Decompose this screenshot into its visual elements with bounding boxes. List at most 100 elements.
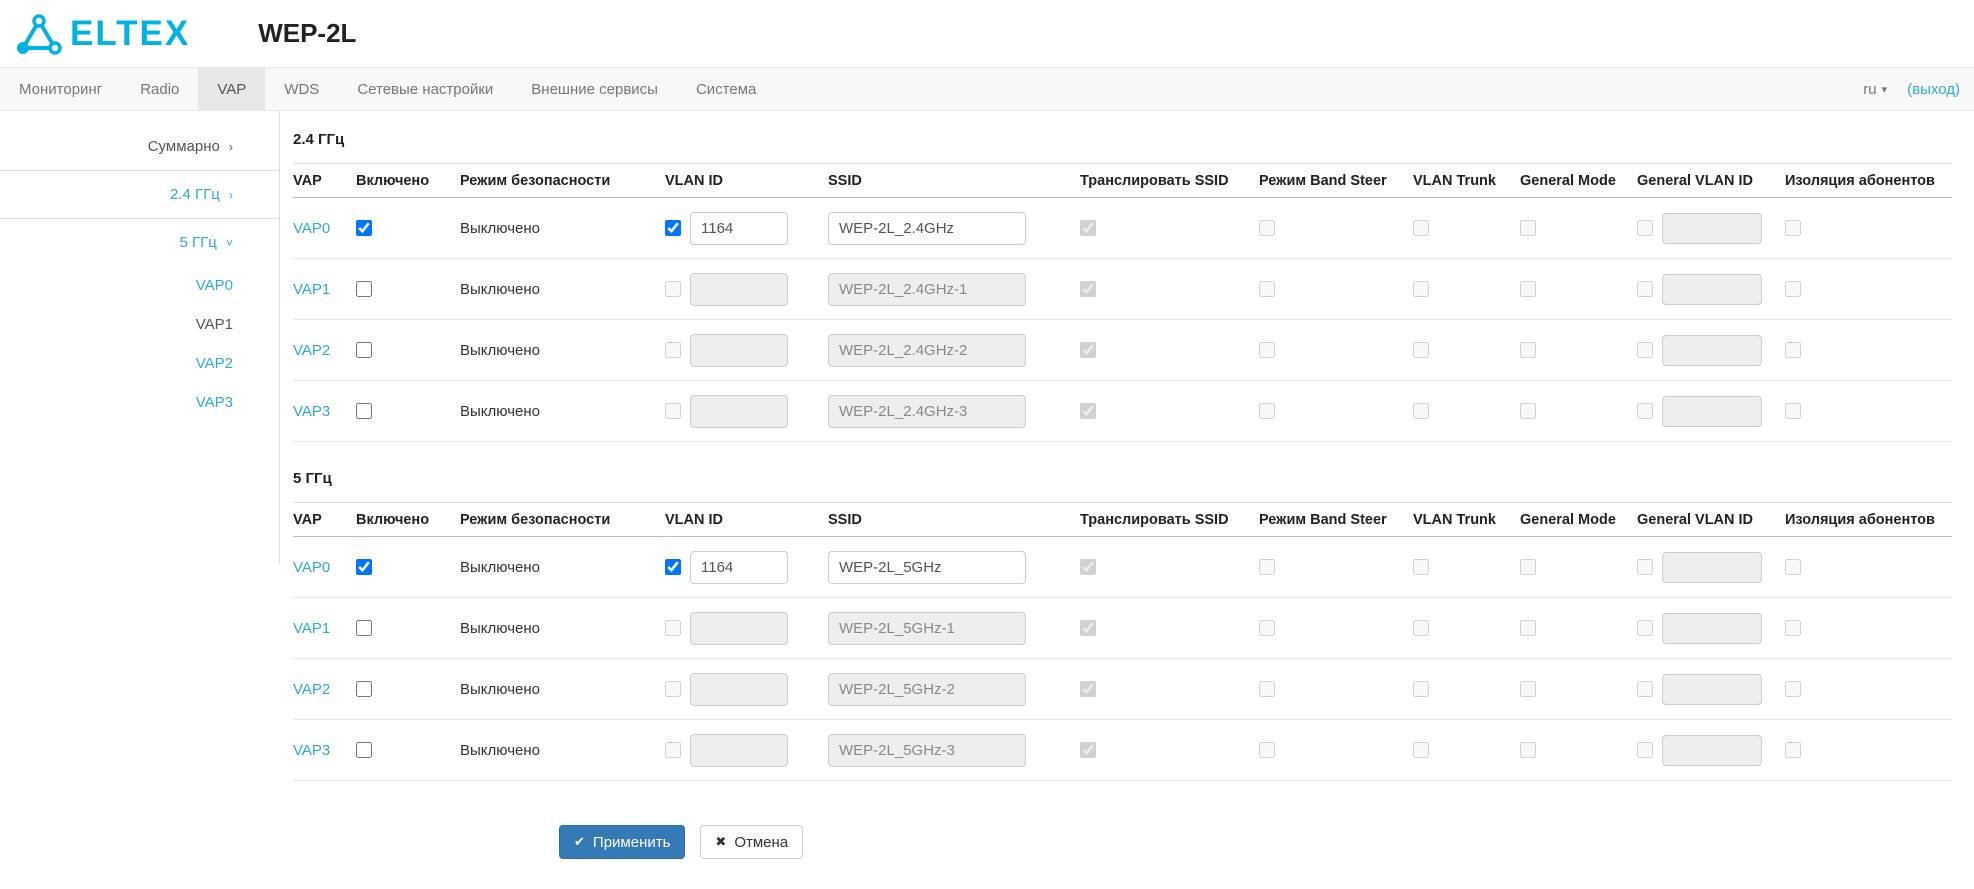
column-header: VLAN ID bbox=[665, 512, 828, 528]
enabled-checkbox[interactable] bbox=[356, 742, 372, 758]
client-isolation-checkbox bbox=[1785, 342, 1801, 358]
language-label: ru bbox=[1863, 81, 1876, 98]
caret-down-icon: ▾ bbox=[1882, 83, 1888, 96]
broadcast-ssid-checkbox bbox=[1080, 681, 1096, 697]
column-header: VLAN Trunk bbox=[1413, 512, 1520, 528]
vlan-id-input bbox=[690, 395, 788, 428]
enabled-checkbox[interactable] bbox=[356, 281, 372, 297]
chevron-down-icon: ˅ bbox=[226, 236, 233, 250]
sidebar-item-vap0[interactable]: VAP0 bbox=[0, 266, 279, 305]
ssid-input[interactable] bbox=[828, 212, 1026, 245]
enabled-checkbox[interactable] bbox=[356, 620, 372, 636]
general-vlan-checkbox bbox=[1637, 559, 1653, 575]
vap-link[interactable]: VAP1 bbox=[293, 620, 330, 637]
vlan-id-checkbox bbox=[665, 342, 681, 358]
vlan-trunk-checkbox bbox=[1413, 559, 1429, 575]
column-header: Включено bbox=[356, 173, 460, 189]
general-mode-checkbox bbox=[1520, 620, 1536, 636]
sidebar: Суммарно › 2.4 ГГц › 5 ГГц ˅ VAP0 VAP1 V… bbox=[0, 111, 280, 563]
tab-external-services[interactable]: Внешние сервисы bbox=[512, 68, 677, 110]
vap-link[interactable]: VAP0 bbox=[293, 559, 330, 576]
column-header: Изоляция абонентов bbox=[1785, 512, 1952, 528]
vap-row: VAP2 Выключено bbox=[293, 320, 1952, 381]
sidebar-item-band-5[interactable]: 5 ГГц ˅ bbox=[0, 219, 279, 266]
general-mode-checkbox bbox=[1520, 220, 1536, 236]
broadcast-ssid-checkbox bbox=[1080, 403, 1096, 419]
main-content: 2.4 ГГц VAP Включено Режим безопасности … bbox=[280, 111, 1974, 889]
vlan-id-checkbox bbox=[665, 403, 681, 419]
vlan-id-checkbox bbox=[665, 742, 681, 758]
content-layout: Суммарно › 2.4 ГГц › 5 ГГц ˅ VAP0 VAP1 V… bbox=[0, 111, 1974, 889]
ssid-input bbox=[828, 734, 1026, 767]
column-header: SSID bbox=[828, 512, 1080, 528]
vap-link[interactable]: VAP1 bbox=[293, 281, 330, 298]
cancel-button[interactable]: ✖ Отмена bbox=[700, 825, 803, 859]
sidebar-item-vap1[interactable]: VAP1 bbox=[0, 305, 279, 344]
main-nav: Мониторинг Radio VAP WDS Сетевые настрой… bbox=[0, 67, 1974, 111]
enabled-checkbox[interactable] bbox=[356, 681, 372, 697]
column-header: VAP bbox=[293, 173, 356, 189]
vap-row: VAP0 Выключено bbox=[293, 537, 1952, 598]
band-steer-checkbox bbox=[1259, 620, 1275, 636]
logout-link[interactable]: (выход) bbox=[1907, 81, 1960, 98]
column-header: Включено bbox=[356, 512, 460, 528]
vlan-id-checkbox bbox=[665, 281, 681, 297]
band-steer-checkbox bbox=[1259, 559, 1275, 575]
security-mode: Выключено bbox=[460, 559, 540, 576]
vlan-trunk-checkbox bbox=[1413, 342, 1429, 358]
sidebar-item-vap3[interactable]: VAP3 bbox=[0, 383, 279, 422]
vap-link[interactable]: VAP2 bbox=[293, 681, 330, 698]
tab-radio[interactable]: Radio bbox=[121, 68, 198, 110]
tab-monitoring[interactable]: Мониторинг bbox=[0, 68, 121, 110]
x-icon: ✖ bbox=[715, 834, 726, 850]
sidebar-item-band-2-4[interactable]: 2.4 ГГц › bbox=[0, 171, 279, 219]
broadcast-ssid-checkbox bbox=[1080, 281, 1096, 297]
vap-table-5: VAP Включено Режим безопасности VLAN ID … bbox=[293, 502, 1952, 781]
general-vlan-input bbox=[1662, 396, 1762, 427]
vlan-id-input bbox=[690, 273, 788, 306]
eltex-logo: ELTEX bbox=[16, 13, 190, 55]
general-vlan-checkbox bbox=[1637, 281, 1653, 297]
vap-link[interactable]: VAP2 bbox=[293, 342, 330, 359]
vap-row: VAP1 Выключено bbox=[293, 259, 1952, 320]
general-mode-checkbox bbox=[1520, 681, 1536, 697]
general-vlan-checkbox bbox=[1637, 742, 1653, 758]
security-mode: Выключено bbox=[460, 681, 540, 698]
tab-network-settings[interactable]: Сетевые настройки bbox=[338, 68, 512, 110]
column-header: Режим Band Steer bbox=[1259, 512, 1413, 528]
vap-link[interactable]: VAP0 bbox=[293, 220, 330, 237]
sidebar-item-label: Суммарно bbox=[148, 138, 220, 155]
enabled-checkbox[interactable] bbox=[356, 342, 372, 358]
sidebar-item-summary[interactable]: Суммарно › bbox=[0, 123, 279, 171]
vap-row: VAP2 Выключено bbox=[293, 659, 1952, 720]
vlan-id-input bbox=[690, 612, 788, 645]
vap-link[interactable]: VAP3 bbox=[293, 403, 330, 420]
enabled-checkbox[interactable] bbox=[356, 559, 372, 575]
general-vlan-input bbox=[1662, 735, 1762, 766]
tab-system[interactable]: Система bbox=[677, 68, 775, 110]
client-isolation-checkbox bbox=[1785, 742, 1801, 758]
column-header: Транслировать SSID bbox=[1080, 173, 1259, 189]
enabled-checkbox[interactable] bbox=[356, 220, 372, 236]
vlan-id-checkbox[interactable] bbox=[665, 220, 681, 236]
vlan-id-input bbox=[690, 673, 788, 706]
general-vlan-checkbox bbox=[1637, 220, 1653, 236]
client-isolation-checkbox bbox=[1785, 403, 1801, 419]
sidebar-item-vap2[interactable]: VAP2 bbox=[0, 344, 279, 383]
vlan-id-checkbox[interactable] bbox=[665, 559, 681, 575]
vlan-trunk-checkbox bbox=[1413, 281, 1429, 297]
vlan-id-input[interactable] bbox=[690, 212, 788, 245]
vlan-trunk-checkbox bbox=[1413, 220, 1429, 236]
ssid-input bbox=[828, 395, 1026, 428]
vlan-id-input bbox=[690, 734, 788, 767]
tab-vap[interactable]: VAP bbox=[198, 68, 265, 110]
enabled-checkbox[interactable] bbox=[356, 403, 372, 419]
ssid-input[interactable] bbox=[828, 551, 1026, 584]
apply-button[interactable]: ✔ Применить bbox=[559, 825, 685, 859]
nav-right: ru ▾ (выход) bbox=[1863, 68, 1974, 110]
vap-link[interactable]: VAP3 bbox=[293, 742, 330, 759]
tab-wds[interactable]: WDS bbox=[265, 68, 338, 110]
language-selector[interactable]: ru ▾ bbox=[1863, 81, 1887, 98]
vap-table-2-4: VAP Включено Режим безопасности VLAN ID … bbox=[293, 163, 1952, 442]
vlan-id-input[interactable] bbox=[690, 551, 788, 584]
